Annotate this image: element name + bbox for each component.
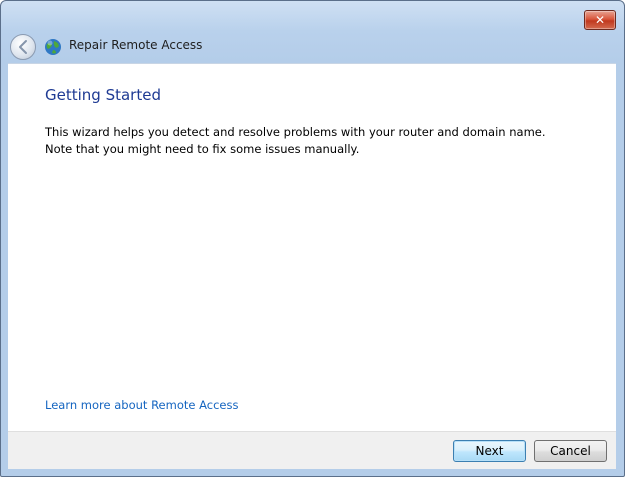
close-icon: ✕: [594, 13, 606, 27]
wizard-window: ✕ Repair Remote Access Getting Started T…: [0, 0, 625, 477]
title-bar: ✕ Repair Remote Access: [1, 1, 624, 63]
description-line: Note that you might need to fix some iss…: [45, 142, 360, 156]
back-arrow-icon: [19, 40, 27, 54]
content-panel: Getting Started This wizard helps you de…: [8, 63, 616, 431]
footer-bar: Next Cancel: [8, 431, 616, 469]
learn-more-link[interactable]: Learn more about Remote Access: [45, 398, 238, 412]
description-line: This wizard helps you detect and resolve…: [45, 125, 546, 139]
globe-network-icon: [45, 39, 61, 55]
window-title: Repair Remote Access: [69, 38, 203, 52]
description: This wizard helps you detect and resolve…: [45, 124, 585, 158]
back-button[interactable]: [10, 34, 36, 60]
cancel-button[interactable]: Cancel: [534, 440, 607, 462]
next-button[interactable]: Next: [453, 440, 526, 462]
close-button[interactable]: ✕: [584, 10, 616, 30]
page-heading: Getting Started: [45, 86, 161, 104]
